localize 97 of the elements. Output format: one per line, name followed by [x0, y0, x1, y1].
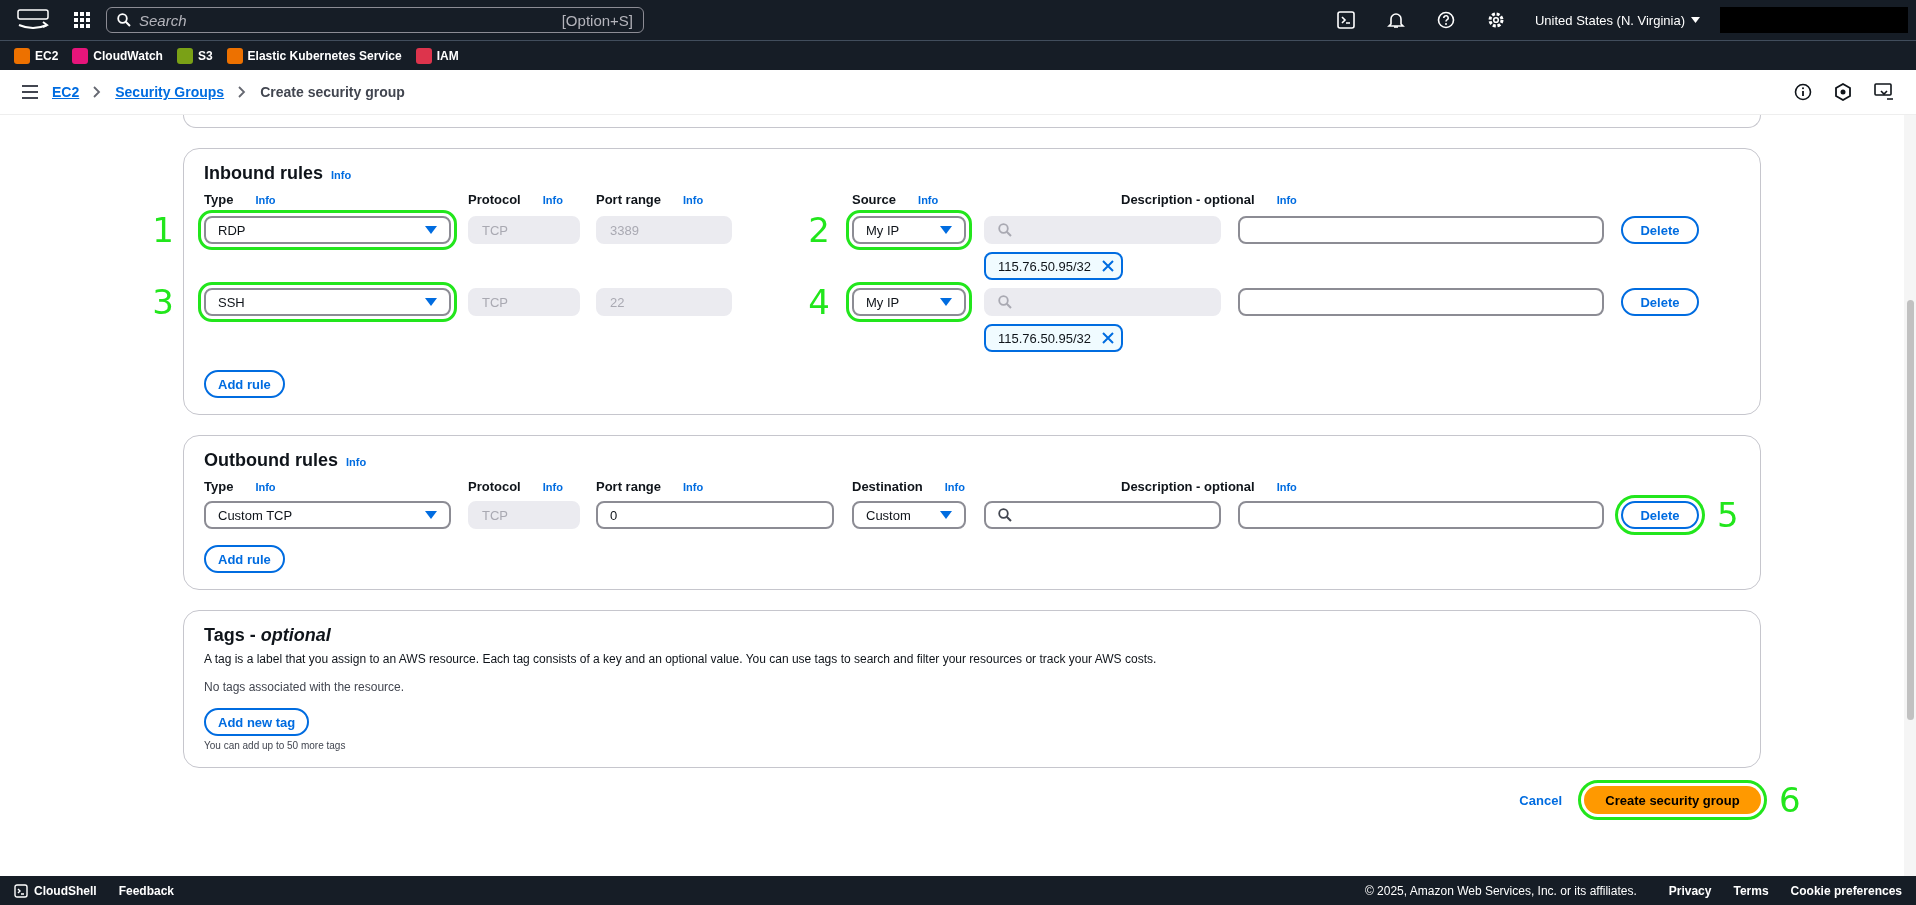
info-link[interactable]: Info	[346, 456, 367, 468]
cancel-link[interactable]: Cancel	[1519, 792, 1562, 808]
info-link[interactable]: Info	[1276, 480, 1297, 493]
delete-button[interactable]: Delete	[1621, 288, 1699, 316]
callout-number: 6	[1779, 780, 1801, 820]
ip-chip: 115.76.50.95/32	[984, 252, 1123, 280]
footer-link[interactable]: Privacy	[1668, 883, 1712, 898]
port-range-field: 3389	[596, 216, 732, 244]
type-select[interactable]: Custom TCP	[204, 501, 451, 529]
caret-icon	[940, 226, 952, 234]
feedback-link[interactable]: Feedback	[118, 883, 175, 898]
search-field[interactable]: Search [Option+S]	[106, 7, 644, 33]
service-shortcut[interactable]: EC2	[14, 47, 59, 64]
protocol-field: TCP	[468, 501, 580, 529]
caret-icon	[1691, 17, 1700, 23]
service-shortcut[interactable]: S3	[176, 47, 213, 64]
column-label: Type	[204, 192, 234, 207]
panel-title: Outbound rules	[204, 450, 338, 471]
info-link[interactable]: Info	[1276, 193, 1297, 206]
menu-icon[interactable]	[22, 85, 38, 99]
search-icon	[117, 13, 131, 27]
info-link[interactable]: Info	[255, 480, 276, 493]
column-label: Description - optional	[1121, 479, 1255, 494]
service-shortcut[interactable]: CloudWatch	[72, 47, 163, 64]
info-link[interactable]: Info	[331, 169, 352, 181]
search-icon	[998, 508, 1012, 522]
breadcrumb[interactable]: Security Groups	[115, 84, 225, 100]
add-tag-button[interactable]: Add new tag	[204, 708, 310, 736]
description-field[interactable]	[1238, 288, 1604, 316]
column-label: Description - optional	[1121, 192, 1255, 207]
info-link[interactable]: Info	[542, 193, 563, 206]
caret-icon	[940, 298, 952, 306]
terminal-icon	[14, 883, 28, 898]
cidr-search-field[interactable]	[984, 501, 1221, 529]
info-link[interactable]: Info	[542, 480, 563, 493]
add-rule-button[interactable]: Add rule	[204, 545, 285, 573]
breadcrumb: Create security group	[260, 84, 405, 100]
region-selector[interactable]: United States (N. Virginia)	[1534, 12, 1700, 28]
protocol-field: TCP	[468, 288, 580, 316]
ip-chip: 115.76.50.95/32	[984, 324, 1123, 352]
column-label: Protocol	[468, 192, 521, 207]
caret-icon	[425, 511, 437, 519]
callout-number: 4	[808, 282, 830, 322]
cloudshell-link[interactable]: CloudShell	[14, 883, 97, 898]
column-label: Port range	[596, 192, 661, 207]
caret-icon	[940, 511, 952, 519]
caret-icon	[425, 226, 437, 234]
panel-title: Tags - optional	[204, 625, 331, 646]
settings-icon[interactable]	[1486, 11, 1505, 29]
info-link[interactable]: Info	[944, 480, 965, 493]
column-label: Destination	[852, 479, 923, 494]
copyright-text: © 2025, Amazon Web Services, Inc. or its affiliates.	[1364, 883, 1637, 898]
chevron-icon	[93, 86, 102, 98]
source-select[interactable]: Custom	[852, 501, 966, 529]
footer-link[interactable]: Cookie preferences	[1790, 883, 1902, 898]
column-label: Protocol	[468, 479, 521, 494]
shortcut-hint: [Option+S]	[561, 11, 633, 29]
info-link[interactable]: Info	[683, 480, 704, 493]
protocol-field: TCP	[468, 216, 580, 244]
column-label: Port range	[596, 479, 661, 494]
description-field[interactable]	[1238, 216, 1604, 244]
bell-icon[interactable]	[1386, 11, 1405, 29]
help-icon[interactable]	[1436, 11, 1455, 29]
callout-number: 5	[1717, 495, 1739, 535]
chevron-icon	[238, 86, 247, 98]
empty-message: No tags associated with the resource.	[204, 680, 406, 694]
caret-icon	[425, 298, 437, 306]
hint-text: You can add up to 50 more tags	[204, 740, 347, 751]
screen-icon[interactable]	[1874, 83, 1894, 101]
terminal-icon[interactable]	[1336, 11, 1355, 29]
service-shortcut[interactable]: IAM	[415, 47, 459, 64]
close-icon[interactable]	[1101, 331, 1115, 345]
column-label: Type	[204, 479, 234, 494]
close-icon[interactable]	[1101, 259, 1115, 273]
apps-grid-icon[interactable]	[74, 12, 90, 28]
footer-link[interactable]: Terms	[1733, 883, 1769, 898]
search-icon	[998, 295, 1012, 309]
info-link[interactable]: Info	[683, 193, 704, 206]
scrollbar[interactable]	[1904, 115, 1916, 876]
port-range-field[interactable]: 0	[596, 501, 834, 529]
info-link[interactable]: Info	[255, 193, 276, 206]
panel-title: Inbound rules	[204, 163, 323, 184]
info-icon[interactable]	[1794, 83, 1812, 101]
add-rule-button[interactable]: Add rule	[204, 370, 285, 398]
hexagon-icon[interactable]	[1834, 83, 1852, 101]
breadcrumb[interactable]: EC2	[52, 84, 80, 100]
description-field[interactable]	[1238, 501, 1604, 529]
service-shortcut[interactable]: Elastic Kubernetes Service	[226, 47, 402, 64]
search-icon	[998, 223, 1012, 237]
panel-description: A tag is a label that you assign to an AWS resource. Each tag consists of a key and an optional value. You can use tags to search and filter your resources or track your AWS costs.	[204, 652, 1158, 666]
port-range-field: 22	[596, 288, 732, 316]
info-link[interactable]: Info	[918, 193, 939, 206]
callout-number: 3	[152, 282, 174, 322]
callout-number: 2	[808, 210, 830, 250]
callout-number: 1	[152, 210, 174, 250]
column-label: Source	[852, 192, 897, 207]
delete-button[interactable]: Delete	[1621, 216, 1699, 244]
